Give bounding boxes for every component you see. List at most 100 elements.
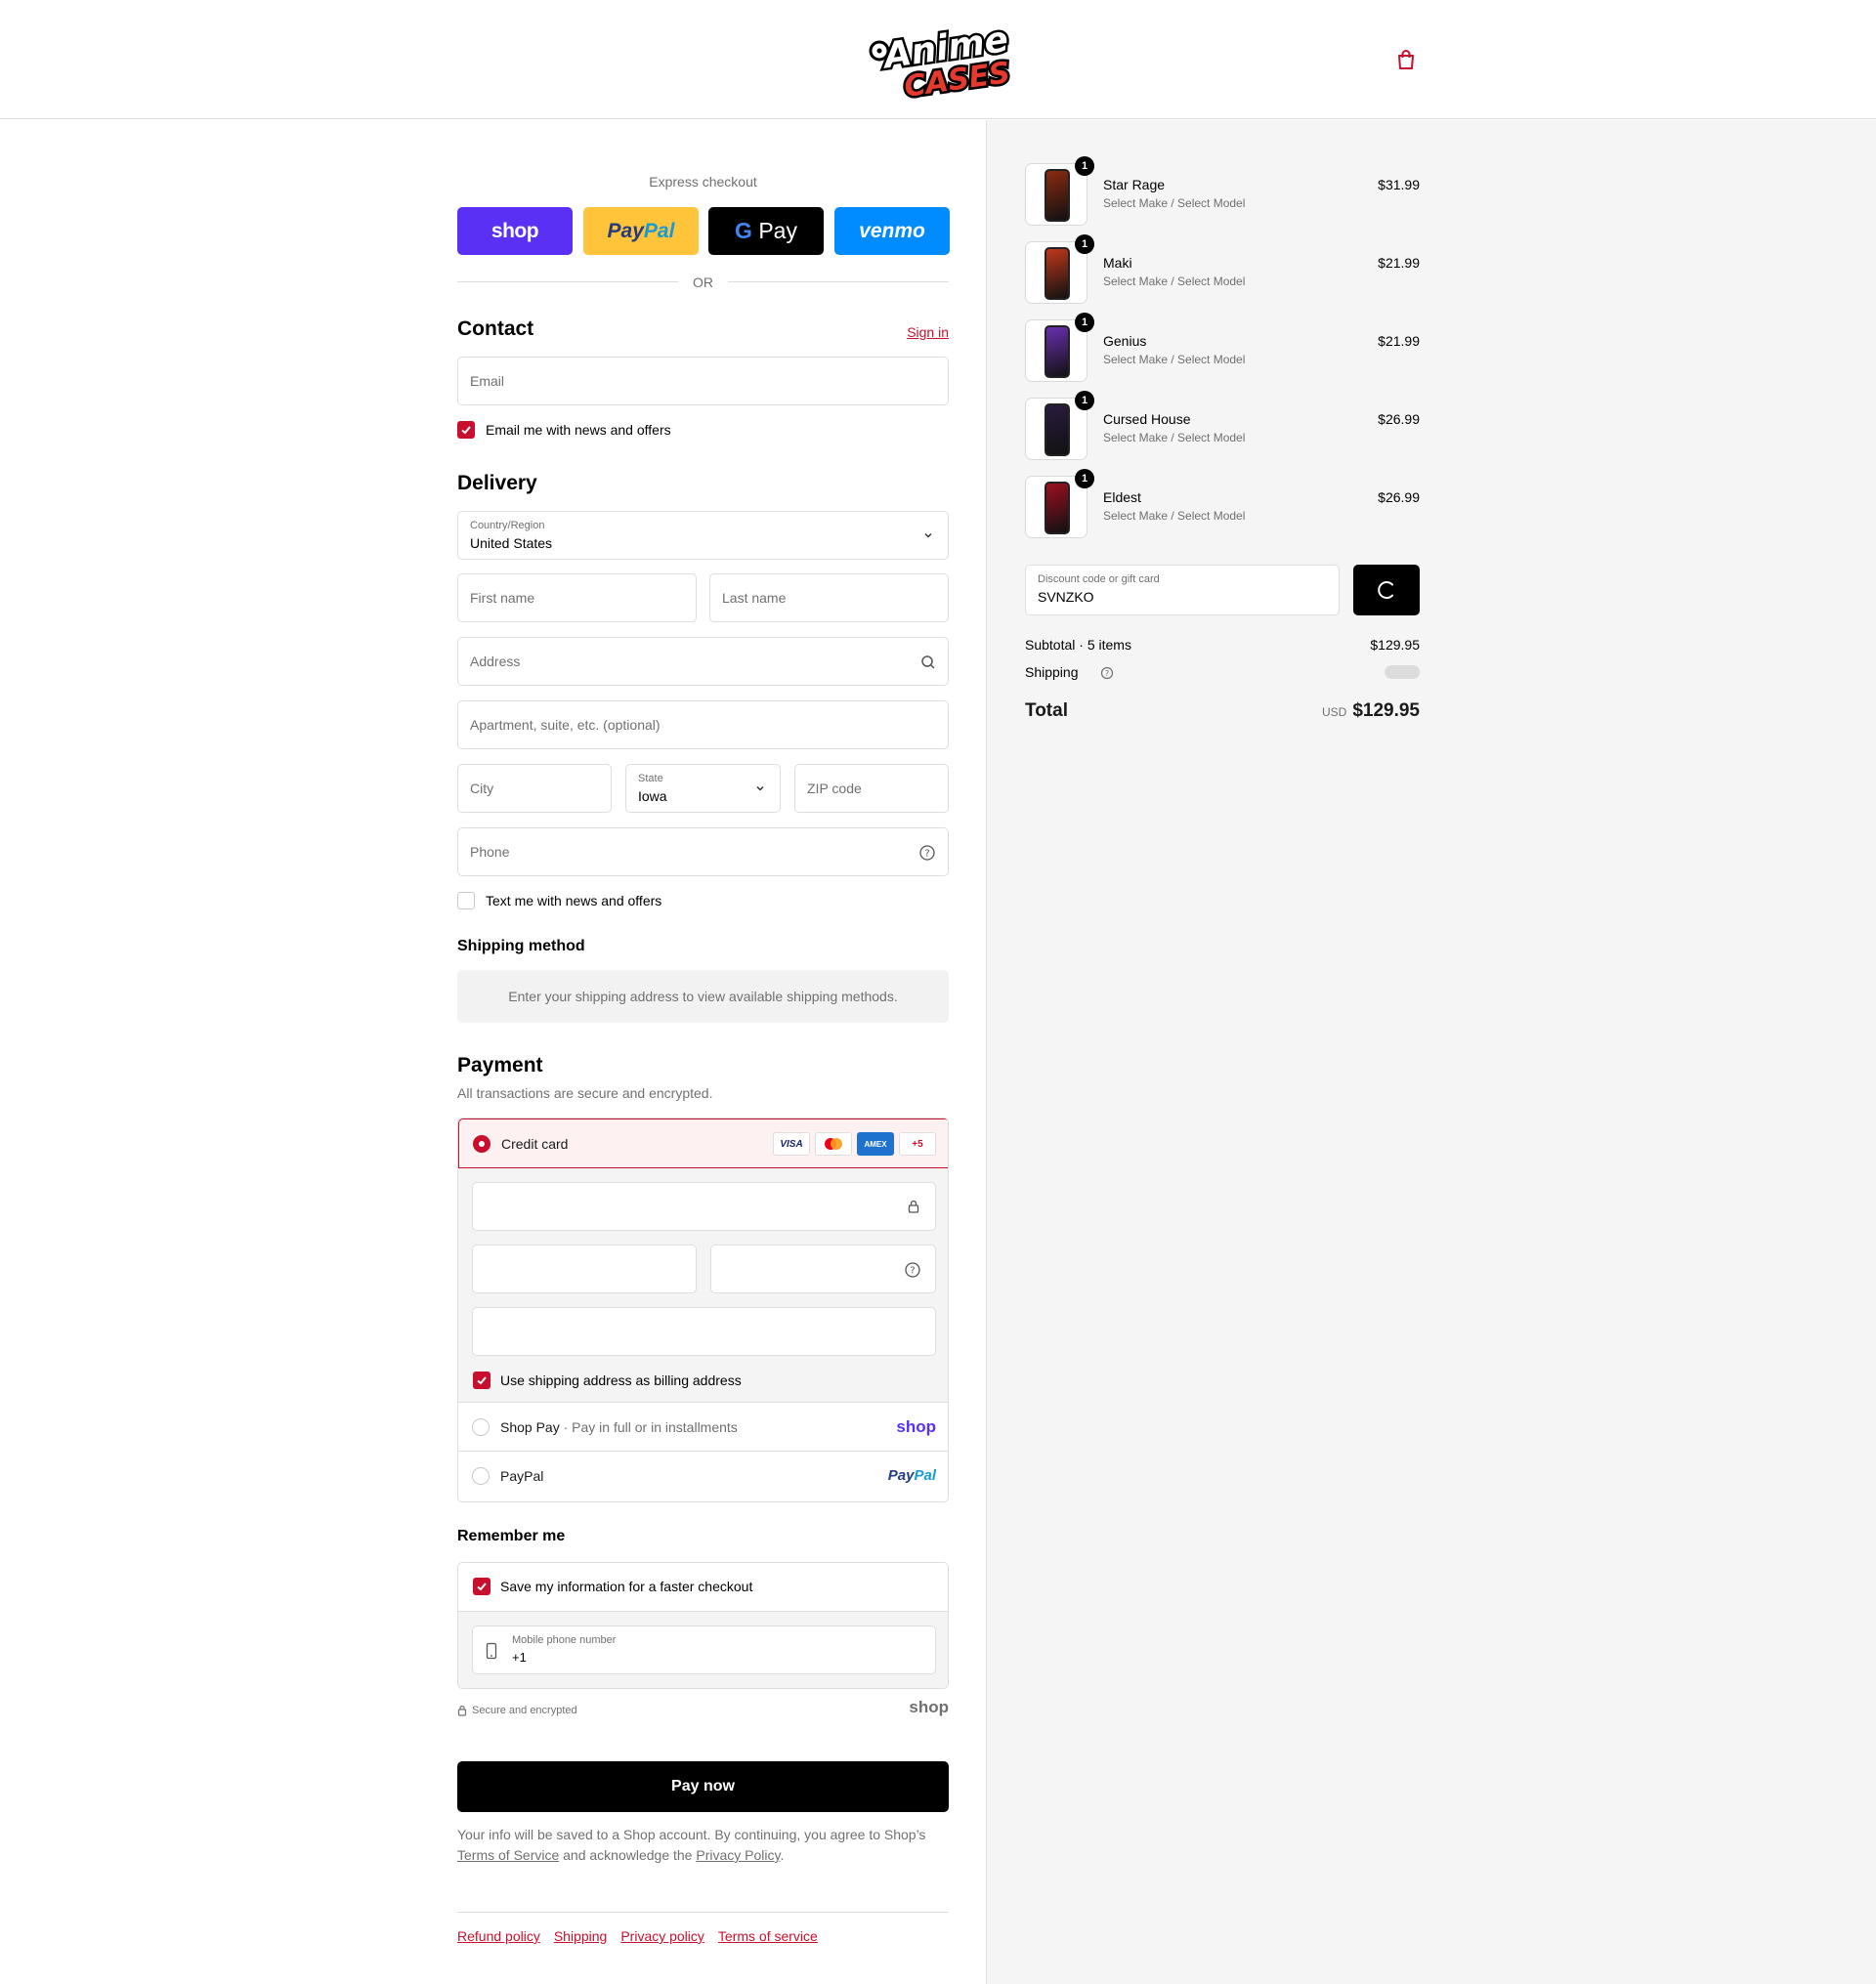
product-price: $21.99: [1378, 255, 1420, 271]
google-pay-button[interactable]: G Pay: [708, 207, 824, 255]
phone-field[interactable]: Phone ?: [457, 827, 949, 876]
payment-methods: Credit card VISA AMEX +5 ? Use shipping …: [457, 1118, 949, 1502]
or-divider: OR: [457, 272, 949, 291]
first-name-field[interactable]: First name: [457, 573, 697, 622]
email-field[interactable]: Email: [457, 357, 949, 405]
save-info-label: Save my information for a faster checkou…: [500, 1579, 753, 1594]
phone-case-image: [1045, 325, 1070, 378]
phone-case-image: [1045, 169, 1070, 222]
anime-cases-logo[interactable]: Anime CASES: [864, 18, 1014, 106]
last-name-field[interactable]: Last name: [709, 573, 949, 622]
card-number-field[interactable]: [472, 1182, 936, 1231]
cart-icon[interactable]: [1393, 47, 1419, 72]
pay-now-button[interactable]: Pay now: [457, 1761, 949, 1812]
shop-pay-radio[interactable]: [472, 1418, 490, 1436]
phone-case-image: [1045, 482, 1070, 534]
chevron-down-icon: [924, 532, 932, 538]
shop-pay-logo: shop: [896, 1417, 936, 1436]
security-code-field[interactable]: ?: [710, 1245, 936, 1293]
product-variant: Select Make / Select Model: [1103, 353, 1246, 366]
more-cards-badge: +5: [899, 1132, 936, 1156]
quantity-badge: 1: [1075, 156, 1094, 176]
order-summary: 1 Star Rage Select Make / Select Model $31.…: [986, 120, 1876, 1984]
refund-policy-link[interactable]: Refund policy: [457, 1928, 540, 1944]
discount-field[interactable]: Discount code or gift card SVNZKO: [1025, 565, 1340, 615]
cart-item: 1 Cursed House Select Make / Select Model $…: [1025, 391, 1420, 466]
apartment-field[interactable]: Apartment, suite, etc. (optional): [457, 700, 949, 749]
shop-privacy-link[interactable]: Privacy Policy: [696, 1847, 780, 1863]
paypal-option[interactable]: PayPal PayPal: [458, 1452, 948, 1500]
save-info-checkbox[interactable]: [473, 1578, 490, 1595]
country-select[interactable]: Country/Region United States: [457, 511, 949, 560]
secure-encrypted-text: Secure and encrypted: [472, 1705, 577, 1716]
product-variant: Select Make / Select Model: [1103, 431, 1246, 444]
venmo-button[interactable]: venmo: [834, 207, 950, 255]
shop-pay-logo: shop: [490, 219, 539, 242]
product-thumbnail: 1: [1025, 156, 1094, 226]
credit-card-option[interactable]: Credit card VISA AMEX +5: [458, 1119, 948, 1168]
mobile-section: Mobile phone number +1: [458, 1611, 948, 1688]
help-icon[interactable]: ?: [904, 1261, 921, 1279]
shipping-link[interactable]: Shipping: [554, 1928, 608, 1944]
product-price: $31.99: [1378, 177, 1420, 192]
total-row-value: USD $129.95: [987, 700, 1420, 722]
help-icon[interactable]: ?: [1100, 666, 1114, 680]
address-field[interactable]: Address: [457, 637, 949, 686]
footer-links: Refund policy Shipping Privacy policy Terms…: [457, 1928, 818, 1944]
shipping-label: Shipping: [1025, 664, 1079, 680]
apply-discount-button[interactable]: [1353, 565, 1420, 615]
paypal-logo: PayPal: [887, 1467, 936, 1484]
shop-terms-link[interactable]: Terms of Service: [457, 1847, 559, 1863]
billing-address-checkbox[interactable]: [473, 1372, 490, 1389]
privacy-policy-link[interactable]: Privacy policy: [620, 1928, 704, 1944]
city-field[interactable]: City: [457, 764, 612, 813]
cart-item: 1 Genius Select Make / Select Model $21.99: [1025, 313, 1420, 388]
cart-item: 1 Maki Select Make / Select Model $21.99: [1025, 234, 1420, 310]
city-placeholder: City: [470, 781, 494, 796]
billing-address-label: Use shipping address as billing address: [500, 1372, 742, 1388]
email-news-checkbox[interactable]: [457, 421, 475, 439]
header: Anime CASES: [0, 0, 1876, 119]
shipping-loading-placeholder: [1385, 665, 1420, 679]
product-thumbnail: 1: [1025, 391, 1094, 460]
product-thumbnail: 1: [1025, 469, 1094, 538]
shop-pay-button[interactable]: shop: [457, 207, 573, 255]
check-icon: [461, 426, 471, 435]
sign-in-link[interactable]: Sign in: [907, 324, 949, 340]
subtotal-value: $129.95: [1370, 637, 1420, 653]
mobile-phone-label: Mobile phone number: [512, 1634, 617, 1646]
mobile-phone-field[interactable]: Mobile phone number +1: [472, 1625, 936, 1674]
text-news-checkbox[interactable]: [457, 892, 475, 909]
name-on-card-field[interactable]: [472, 1307, 936, 1356]
terms-of-service-link[interactable]: Terms of service: [718, 1928, 818, 1944]
shipping-method-heading: Shipping method: [457, 938, 585, 954]
delivery-heading: Delivery: [457, 472, 537, 494]
country-label: Country/Region: [470, 520, 545, 531]
amex-icon: AMEX: [857, 1132, 894, 1156]
mobile-phone-icon: [486, 1642, 497, 1660]
help-icon[interactable]: ?: [918, 844, 936, 862]
google-pay-logo: G Pay: [735, 218, 797, 243]
paypal-radio[interactable]: [472, 1467, 490, 1485]
country-value: United States: [470, 535, 553, 551]
shipping-method-info: Enter your shipping address to view avai…: [457, 970, 949, 1023]
last-name-placeholder: Last name: [722, 590, 787, 606]
quantity-badge: 1: [1075, 391, 1094, 410]
svg-text:?: ?: [1105, 669, 1109, 678]
credit-card-radio[interactable]: [473, 1135, 490, 1153]
state-select[interactable]: State Iowa: [625, 764, 781, 813]
quantity-badge: 1: [1075, 313, 1094, 332]
cart-item: 1 Star Rage Select Make / Select Model $31.…: [1025, 156, 1420, 232]
remember-me-heading: Remember me: [457, 1528, 566, 1544]
paypal-button[interactable]: PayPal: [583, 207, 699, 255]
discount-value: SVNZKO: [1038, 589, 1094, 605]
svg-text:?: ?: [924, 849, 929, 860]
expiration-date-field[interactable]: [472, 1245, 697, 1293]
quantity-badge: 1: [1075, 469, 1094, 488]
product-name: Cursed House: [1103, 411, 1191, 427]
shop-pay-option[interactable]: Shop Pay · Pay in full or in installment…: [458, 1403, 948, 1452]
zip-field[interactable]: ZIP code: [794, 764, 949, 813]
currency-code: USD: [1321, 705, 1347, 719]
product-thumbnail: 1: [1025, 313, 1094, 382]
credit-card-form: ? Use shipping address as billing addres…: [458, 1168, 948, 1403]
